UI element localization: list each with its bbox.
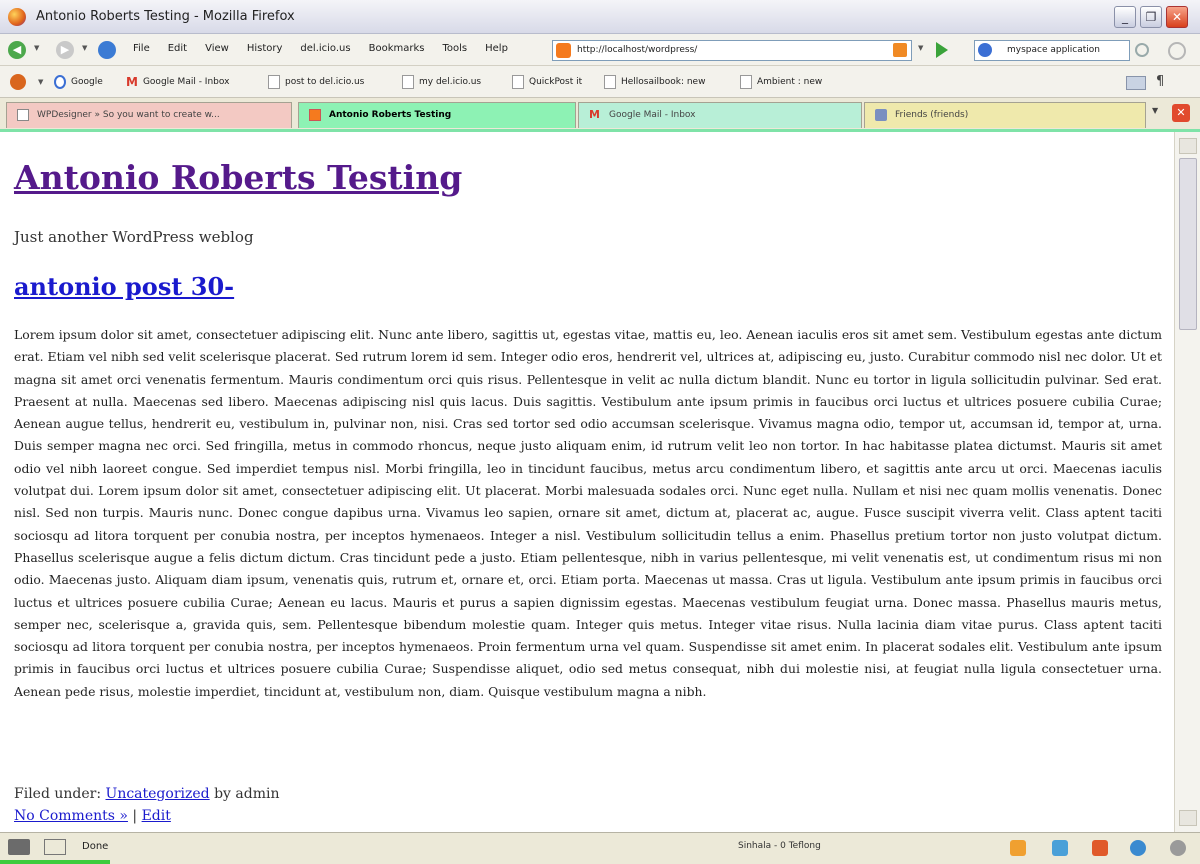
- search-engine-icon[interactable]: [978, 43, 992, 57]
- search-go-icon[interactable]: [1135, 43, 1149, 57]
- bookmark-hellosailbook[interactable]: Hellosailbook: new: [604, 75, 705, 89]
- link-separator: |: [132, 808, 138, 824]
- forward-button[interactable]: ▶: [56, 41, 74, 59]
- comments-link[interactable]: No Comments »: [14, 808, 128, 824]
- tab-friends[interactable]: Friends (friends): [864, 102, 1146, 128]
- post-links: No Comments » | Edit: [14, 808, 171, 824]
- page-icon: [268, 75, 280, 89]
- bookmark-my-delicious[interactable]: my del.icio.us: [402, 75, 481, 89]
- page-icon: [512, 75, 524, 89]
- address-history-dropdown[interactable]: ▼: [918, 44, 923, 52]
- navigation-toolbar: ◀ ▼ ▶ ▼ File Edit View History del.icio.…: [0, 34, 1200, 66]
- friends-icon: [875, 109, 887, 121]
- status-bar: Done Sinhala - 0 Teflong: [0, 832, 1200, 864]
- menu-file[interactable]: File: [133, 43, 150, 54]
- maximize-button[interactable]: ❐: [1140, 6, 1162, 28]
- gmail-icon: M: [126, 75, 138, 89]
- rss-feed-icon[interactable]: [893, 43, 907, 57]
- post-meta: Filed under: Uncategorized by admin: [14, 786, 279, 802]
- blog-title-link[interactable]: Antonio Roberts Testing: [14, 158, 462, 197]
- list-all-tabs-icon[interactable]: ▼: [1152, 106, 1158, 115]
- minimize-button[interactable]: _: [1114, 6, 1136, 28]
- throbber-icon: [1168, 42, 1186, 60]
- bookmark-menu-dropdown[interactable]: ▼: [38, 78, 43, 86]
- filed-under-label: Filed under:: [14, 786, 102, 802]
- tab-google-mail[interactable]: M Google Mail - Inbox: [578, 102, 862, 128]
- messenger-icon[interactable]: [1052, 840, 1068, 856]
- scroll-down-button[interactable]: [1179, 810, 1197, 826]
- post-title-link[interactable]: antonio post 30-: [14, 272, 234, 301]
- status-text: Done: [82, 841, 109, 852]
- menu-help[interactable]: Help: [485, 43, 508, 54]
- tab-antonio-roberts-testing[interactable]: Antonio Roberts Testing: [298, 102, 576, 128]
- back-history-dropdown[interactable]: ▼: [34, 44, 39, 52]
- close-tab-button[interactable]: ✕: [1172, 104, 1190, 122]
- bookmark-quickpost[interactable]: QuickPost it: [512, 75, 582, 89]
- page-icon: [402, 75, 414, 89]
- status-extension-text[interactable]: Sinhala - 0 Teflong: [738, 841, 821, 851]
- bookmark-extra-icon[interactable]: [1126, 76, 1146, 90]
- addon-icon[interactable]: [1092, 840, 1108, 856]
- menu-bar: File Edit View History del.icio.us Bookm…: [133, 43, 526, 54]
- address-bar[interactable]: http://localhost/wordpress/: [552, 40, 912, 61]
- google-icon: [54, 75, 66, 89]
- close-window-button[interactable]: ✕: [1166, 6, 1188, 28]
- tab-strip: WPDesigner » So you want to create w... …: [0, 98, 1200, 132]
- status-page-icon: [44, 839, 66, 855]
- bookmark-overflow-icon[interactable]: ¶: [1156, 74, 1164, 89]
- bookmark-post-delicious[interactable]: post to del.icio.us: [268, 75, 364, 89]
- extension-icon[interactable]: [1010, 840, 1026, 856]
- bookmark-google[interactable]: Google: [54, 75, 103, 89]
- settings-gear-icon[interactable]: [1170, 840, 1186, 856]
- page-icon: [17, 109, 29, 121]
- edit-link[interactable]: Edit: [142, 808, 171, 824]
- blog-favicon-icon: [309, 109, 321, 121]
- sync-icon[interactable]: [1130, 840, 1146, 856]
- gmail-icon: M: [589, 108, 600, 121]
- bookmark-gmail[interactable]: M Google Mail - Inbox: [126, 75, 229, 89]
- bookmark-menu-icon[interactable]: [10, 74, 26, 90]
- menu-view[interactable]: View: [205, 43, 229, 54]
- forward-history-dropdown[interactable]: ▼: [82, 44, 87, 52]
- search-box[interactable]: myspace application: [974, 40, 1130, 61]
- menu-delicious[interactable]: del.icio.us: [300, 43, 350, 54]
- bookmark-ambient[interactable]: Ambient : new: [740, 75, 822, 89]
- page-content: Antonio Roberts Testing Just another Wor…: [0, 132, 1174, 832]
- reload-icon[interactable]: [98, 41, 116, 59]
- blog-tagline: Just another WordPress weblog: [14, 228, 254, 246]
- tab-wpdesigner[interactable]: WPDesigner » So you want to create w...: [6, 102, 292, 128]
- menu-bookmarks[interactable]: Bookmarks: [369, 43, 425, 54]
- category-link[interactable]: Uncategorized: [106, 786, 210, 802]
- scroll-up-button[interactable]: [1179, 138, 1197, 154]
- bookmarks-toolbar: ▼ Google M Google Mail - Inbox post to de…: [0, 66, 1200, 98]
- scroll-thumb[interactable]: [1179, 158, 1197, 330]
- site-favicon-icon: [556, 43, 571, 58]
- go-arrow-icon[interactable]: [936, 42, 948, 58]
- author-text: by admin: [214, 786, 280, 802]
- page-load-progress: [0, 860, 110, 864]
- page-icon: [740, 75, 752, 89]
- menu-tools[interactable]: Tools: [442, 43, 467, 54]
- search-input[interactable]: myspace application: [1007, 45, 1100, 55]
- window-titlebar: Antonio Roberts Testing - Mozilla Firefo…: [0, 0, 1200, 34]
- post-body: Lorem ipsum dolor sit amet, consectetuer…: [14, 327, 1162, 699]
- vertical-scrollbar[interactable]: [1174, 132, 1200, 832]
- menu-edit[interactable]: Edit: [168, 43, 187, 54]
- back-button[interactable]: ◀: [8, 41, 26, 59]
- firefox-icon: [8, 8, 26, 26]
- address-url[interactable]: http://localhost/wordpress/: [577, 45, 697, 55]
- page-icon: [604, 75, 616, 89]
- window-title: Antonio Roberts Testing - Mozilla Firefo…: [36, 9, 295, 24]
- menu-history[interactable]: History: [247, 43, 283, 54]
- status-icon: [8, 839, 30, 855]
